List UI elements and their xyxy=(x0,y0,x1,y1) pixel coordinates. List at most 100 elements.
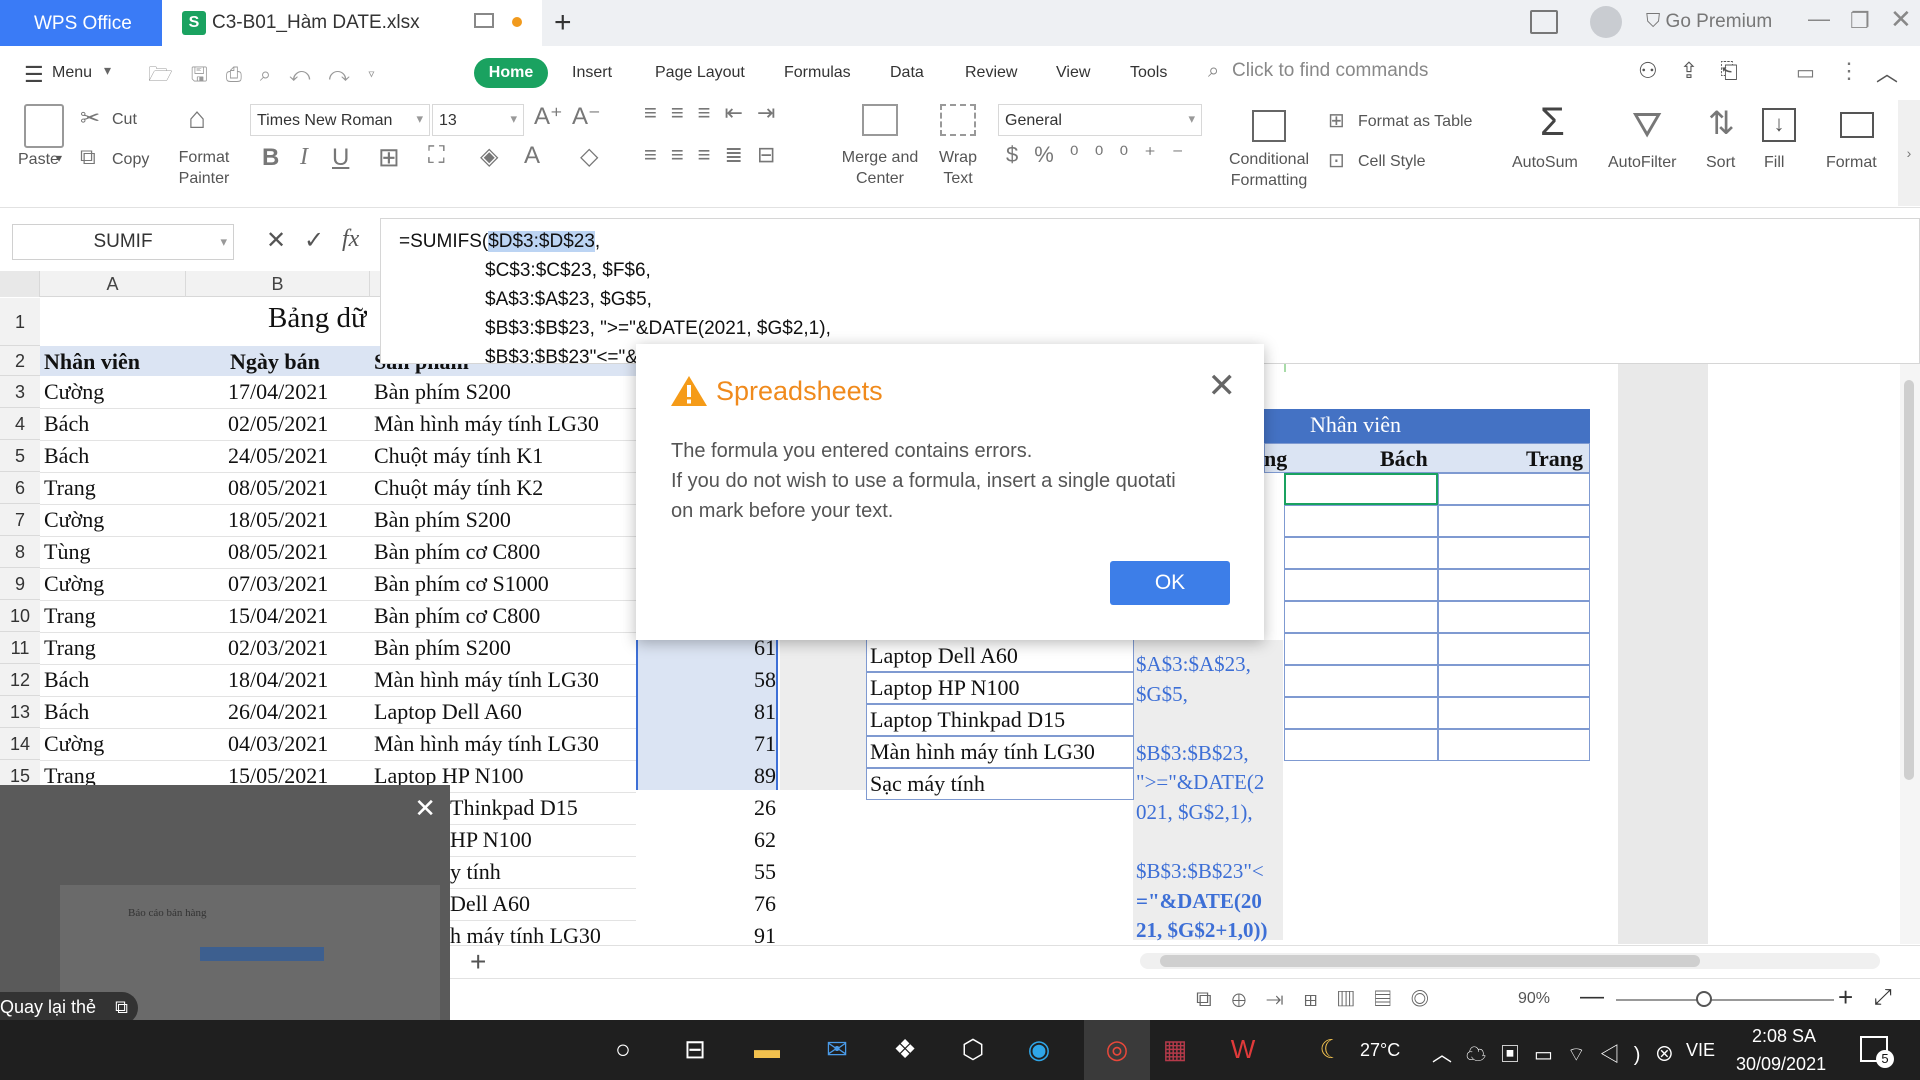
new-tab-button[interactable]: + xyxy=(554,6,572,40)
search-icon[interactable]: ⌕ xyxy=(1208,60,1219,83)
wrap-label-2[interactable]: Text xyxy=(934,170,982,188)
cell-nhan-vien[interactable]: Bách xyxy=(44,667,89,693)
paste-dropdown-icon[interactable]: ▾ xyxy=(56,151,62,165)
monitor-icon[interactable] xyxy=(474,13,494,28)
merge-icon[interactable] xyxy=(862,104,898,136)
winrar-icon[interactable]: ▦ xyxy=(1156,1034,1194,1068)
edge-icon[interactable]: ◉ xyxy=(1020,1034,1058,1068)
cell-so-luong[interactable]: 58 xyxy=(700,667,776,693)
cell-nhan-vien[interactable]: Bách xyxy=(44,699,89,725)
cell-nhan-vien[interactable]: Trang xyxy=(44,475,96,501)
right-table-cell[interactable] xyxy=(1438,601,1590,633)
cell-ngay-ban[interactable]: 04/03/2021 xyxy=(228,731,328,757)
underline-icon[interactable]: U xyxy=(332,144,349,172)
right-table-cell[interactable] xyxy=(1284,569,1438,601)
clock-time[interactable]: 2:08 SA xyxy=(1752,1026,1816,1047)
format-painter-label-2[interactable]: Painter xyxy=(176,170,232,188)
row-header[interactable]: 6 xyxy=(0,472,40,504)
close-window-button[interactable]: ✕ xyxy=(1890,4,1912,35)
row-header[interactable]: 12 xyxy=(0,664,40,696)
cell-ngay-ban[interactable]: 17/04/2021 xyxy=(228,379,328,405)
increase-font-icon[interactable]: A⁺ xyxy=(534,102,563,131)
row-header[interactable]: 9 xyxy=(0,568,40,600)
cell-san-pham[interactable]: Dell A60 xyxy=(450,891,530,917)
menu-button[interactable]: Menu xyxy=(52,64,92,82)
number-format-icons[interactable]: $%⁰⁰⁰⁺⁻ xyxy=(1006,142,1199,168)
zoom-out-button[interactable]: — xyxy=(1580,983,1604,1011)
cell-san-pham[interactable]: Chuột máy tính K1 xyxy=(374,443,543,469)
right-table-cell[interactable] xyxy=(1438,569,1590,601)
column-header-b[interactable]: B xyxy=(186,271,370,297)
merge-label-2[interactable]: Center xyxy=(836,170,924,188)
table-icon[interactable]: ⊞ xyxy=(1328,108,1345,133)
copy-button[interactable]: Copy xyxy=(112,151,149,169)
fill-down-icon[interactable]: ↓ xyxy=(1762,108,1796,142)
vertical-align-icons[interactable]: ≡≡≡⇤⇥ xyxy=(644,100,789,126)
conditional-formatting-icon[interactable] xyxy=(1252,110,1286,142)
cell-nhan-vien[interactable]: Bách xyxy=(44,443,89,469)
dropbox-icon[interactable]: ❖ xyxy=(886,1034,924,1068)
quick-access-toolbar[interactable]: 🗁🖫⎙⌕↶↷▿ xyxy=(148,60,393,94)
cell-san-pham[interactable]: Màn hình máy tính LG30 xyxy=(374,411,599,437)
cell-ngay-ban[interactable]: 24/05/2021 xyxy=(228,443,328,469)
ribbon-scroll-right[interactable]: › xyxy=(1898,100,1920,206)
cell-san-pham[interactable]: Bàn phím cơ C800 xyxy=(374,603,540,629)
cell-nhan-vien[interactable]: Cường xyxy=(44,731,104,757)
format-painter-label-1[interactable]: Format xyxy=(176,149,232,167)
minimize-button[interactable]: — xyxy=(1808,6,1830,32)
autofilter-button[interactable]: AutoFilter xyxy=(1608,154,1676,172)
horizontal-scroll-thumb[interactable] xyxy=(1160,955,1700,967)
language-indicator[interactable]: VIE xyxy=(1686,1040,1715,1061)
right-table-cell[interactable] xyxy=(1284,633,1438,665)
search-circle-icon[interactable]: ○ xyxy=(604,1034,642,1068)
format-button[interactable]: Format xyxy=(1826,154,1877,172)
wrap-label-1[interactable]: Wrap xyxy=(934,149,982,167)
cell-san-pham[interactable]: Chuột máy tính K2 xyxy=(374,475,543,501)
formula-input[interactable]: =SUMIFS($D$3:$D$23, $C$3:$C$23, $F$6, $A… xyxy=(380,218,1920,364)
tab-view[interactable]: View xyxy=(1056,64,1090,82)
ok-button[interactable]: OK xyxy=(1110,561,1230,605)
product-cell[interactable]: Laptop Dell A60 xyxy=(870,643,1018,669)
product-cell[interactable]: Laptop HP N100 xyxy=(870,675,1020,701)
wrap-text-icon[interactable] xyxy=(940,104,976,136)
hamburger-icon[interactable]: ☰ xyxy=(24,62,44,88)
cell-so-luong[interactable]: 71 xyxy=(700,731,776,757)
mail-icon[interactable]: ✉ xyxy=(818,1034,856,1068)
cell-style-button[interactable]: Cell Style xyxy=(1358,153,1426,171)
layout-icon[interactable] xyxy=(1530,10,1558,34)
right-table-cell[interactable] xyxy=(1284,665,1438,697)
decrease-font-icon[interactable]: A⁻ xyxy=(572,102,601,131)
product-cell[interactable]: Laptop Thinkpad D15 xyxy=(870,707,1065,733)
tab-insert[interactable]: Insert xyxy=(572,64,612,82)
cell-so-luong[interactable]: 62 xyxy=(700,827,776,853)
add-sheet-button[interactable]: + xyxy=(470,946,486,978)
cell-ngay-ban[interactable]: 15/04/2021 xyxy=(228,603,328,629)
cell-nhan-vien[interactable]: Trang xyxy=(44,603,96,629)
font-color-icon[interactable]: A xyxy=(524,142,540,170)
format-as-table-button[interactable]: Format as Table xyxy=(1358,113,1472,131)
row-header[interactable]: 4 xyxy=(0,408,40,440)
file-explorer-icon[interactable]: ▬ xyxy=(748,1034,786,1068)
comment-icon[interactable]: ▭ xyxy=(1796,60,1815,85)
zoom-level[interactable]: 90% xyxy=(1518,990,1550,1008)
tab-formulas[interactable]: Formulas xyxy=(784,64,851,82)
cell-san-pham[interactable]: Thinkpad D15 xyxy=(450,795,578,821)
scissors-icon[interactable]: ✂ xyxy=(80,104,100,133)
cell-san-pham[interactable]: Bàn phím S200 xyxy=(374,507,511,533)
cell-ngay-ban[interactable]: 18/04/2021 xyxy=(228,667,328,693)
share-tools[interactable]: ⚇⇪⎗ xyxy=(1638,58,1760,84)
zoom-slider[interactable] xyxy=(1616,999,1834,1001)
row-header[interactable]: 5 xyxy=(0,440,40,472)
sort-icon[interactable]: ⇅ xyxy=(1708,104,1735,142)
conditional-label-2[interactable]: Formatting xyxy=(1222,172,1316,190)
cell-san-pham[interactable]: Bàn phím S200 xyxy=(374,379,511,405)
number-format-select[interactable]: General xyxy=(998,104,1202,136)
vertical-scroll-thumb[interactable] xyxy=(1904,380,1914,780)
right-table-cell[interactable] xyxy=(1438,729,1590,761)
cell-san-pham[interactable]: Màn hình máy tính LG30 xyxy=(374,731,599,757)
paste-icon[interactable] xyxy=(24,104,64,148)
column-header-a[interactable]: A xyxy=(40,271,186,297)
more-icon[interactable]: ⋮ xyxy=(1838,58,1860,84)
right-table-cell[interactable] xyxy=(1284,729,1438,761)
cell-so-luong[interactable]: 89 xyxy=(700,763,776,789)
